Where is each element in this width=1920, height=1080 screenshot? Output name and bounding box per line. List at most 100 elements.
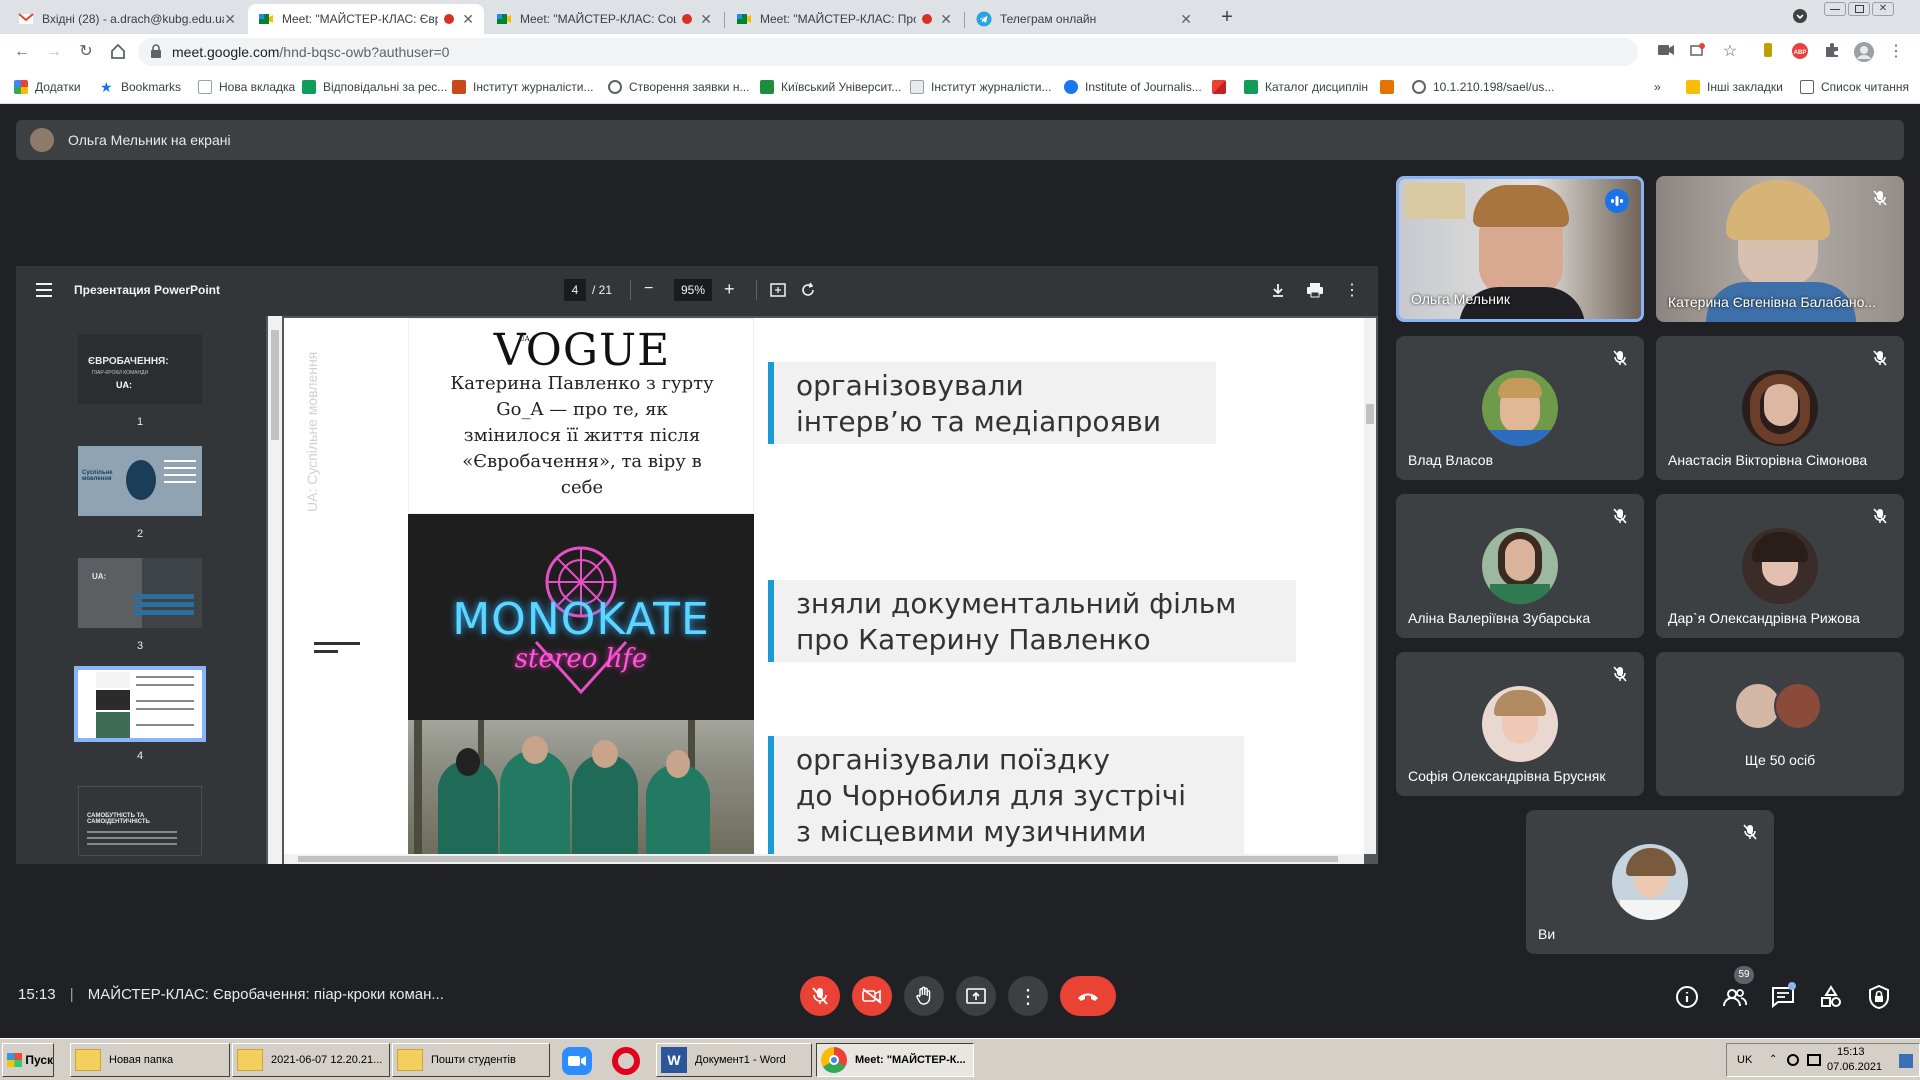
taskbar-item-new-folder[interactable]: Новая папка [70,1043,230,1077]
profile-avatar[interactable] [1854,42,1874,62]
extension-icon[interactable] [1758,42,1778,62]
start-button[interactable]: Пуск [2,1043,54,1077]
print-icon[interactable] [1306,282,1324,298]
thumbnail-scrollbar[interactable] [268,316,282,864]
thumbnail-page-5[interactable]: САМОБУТНІСТЬ ТА САМОІДЕНТИЧНІСТЬ [78,786,202,856]
bookmark-gmail[interactable] [1212,78,1233,96]
tab-meet-3[interactable]: Meet: "МАЙСТЕР-КЛАС: Проє ✕ [726,4,962,34]
thumbnail-page-1[interactable]: ЄВРОБАЧЕННЯ: ПІАР-КРОКИ КОМАНДИ UA: [78,334,202,404]
bookmark-star-icon[interactable]: ☆ [1720,42,1740,62]
host-controls-button[interactable] [1866,984,1892,1010]
scrollbar-thumb[interactable] [1366,404,1374,424]
bookmark-kyiv-university[interactable]: Київський Університ... [760,78,901,96]
opera-app-icon[interactable] [612,1047,640,1075]
more-participants-tile[interactable]: Ще 50 осіб [1656,652,1904,796]
tab-gmail[interactable]: Вхідні (28) - a.drach@kubg.edu.ua ✕ [8,4,246,34]
bookmark-apps[interactable]: Додатки [14,78,81,96]
zoom-in-button[interactable]: + [724,279,735,300]
fit-page-icon[interactable] [770,282,786,298]
zoom-app-icon[interactable] [562,1047,592,1075]
browser-menu-icon[interactable]: ⋮ [1886,42,1906,62]
language-indicator[interactable]: UK [1737,1054,1752,1066]
clock-time[interactable]: 15:13 [1837,1046,1865,1058]
thumbnail-page-2[interactable]: Суспільне мовлення [78,446,202,516]
close-icon[interactable]: ✕ [462,11,474,28]
participant-tile-anastasiia[interactable]: Анастасія Вікторівна Сімонова [1656,336,1904,480]
page-horizontal-scrollbar[interactable] [284,854,1364,864]
tray-expand-icon[interactable]: ⌃ [1769,1054,1777,1065]
bookmark-tm[interactable] [1380,78,1401,96]
notification-icon[interactable] [1899,1054,1913,1068]
participant-tile-sofiia[interactable]: Софія Олександрівна Брусняк [1396,652,1644,796]
tab-search-icon[interactable] [1792,8,1808,24]
download-icon[interactable] [1270,282,1286,298]
participant-tile-daria[interactable]: Дар`я Олександрівна Рижова [1656,494,1904,638]
bookmark-responsible[interactable]: Відповідальні за рес... [302,78,447,96]
minimize-button[interactable] [1824,2,1846,16]
bookmark-bookmarks[interactable]: ★ Bookmarks [100,78,181,96]
tab-telegram[interactable]: Телеграм онлайн ✕ [966,4,1202,34]
scrollbar-thumb[interactable] [298,856,1338,862]
tab-meet-active[interactable]: Meet: "МАЙСТЕР-КЛАС: Євроб ✕ [248,4,484,34]
close-icon[interactable]: ✕ [224,11,236,28]
participants-button[interactable] [1722,984,1748,1010]
bookmark-reading-list[interactable]: Список читання [1800,78,1909,96]
close-window-button[interactable]: ✕ [1872,2,1894,16]
bookmarks-overflow-button[interactable]: » [1654,78,1661,96]
participant-tile-vlad[interactable]: Влад Власов [1396,336,1644,480]
zoom-out-button[interactable]: − [644,280,653,298]
thumb-subtitle: ПІАР-КРОКИ КОМАНДИ [92,370,149,376]
taskbar-item-chrome-meet[interactable]: Meet: "МАЙСТЕР-К... [816,1043,974,1077]
address-bar[interactable]: meet.google.com/hnd-bqsc-owb?authuser=0 [138,38,1638,66]
adblock-icon[interactable]: ABP [1790,42,1810,62]
raise-hand-button[interactable] [904,976,944,1016]
taskbar-item-folder-date[interactable]: 2021-06-07 12.20.21... [232,1043,390,1077]
network-icon[interactable] [1807,1054,1821,1066]
participant-tile-alina[interactable]: Аліна Валеріївна Зубарська [1396,494,1644,638]
participant-tile-olha[interactable]: Ольга Мельник [1396,176,1644,322]
bookmark-institute-2[interactable]: Інститут журналісти... [910,78,1052,96]
close-icon[interactable]: ✕ [1180,11,1192,28]
forward-icon[interactable]: → [44,42,64,62]
restore-button[interactable] [1848,2,1870,16]
thumbnail-page-4-selected[interactable] [74,666,206,742]
more-options-button[interactable]: ⋮ [1008,976,1048,1016]
participant-tile-kateryna[interactable]: Катерина Євгенівна Балабано... [1656,176,1904,322]
activities-button[interactable] [1818,984,1844,1010]
bookmark-new-tab[interactable]: Нова вкладка [198,78,295,96]
close-icon[interactable]: ✕ [700,11,712,28]
volume-icon[interactable] [1787,1054,1799,1066]
page-vertical-scrollbar[interactable] [1364,318,1376,854]
taskbar-item-student-mail[interactable]: Пошти студентів [392,1043,550,1077]
screen-share-indicator-icon[interactable] [1688,42,1708,62]
clock-date[interactable]: 07.06.2021 [1827,1061,1882,1073]
leave-call-button[interactable] [1060,976,1116,1016]
page-number-input[interactable]: 4 [564,279,586,301]
back-icon[interactable]: ← [12,42,32,62]
bookmark-sael[interactable]: 10.1.210.198/sael/us... [1412,78,1554,96]
zoom-input[interactable]: 95% [674,279,712,301]
meeting-details-button[interactable] [1674,984,1700,1010]
menu-icon[interactable] [36,283,52,297]
thumbnail-page-3[interactable]: UA: [78,558,202,628]
rotate-icon[interactable] [800,282,816,298]
close-icon[interactable]: ✕ [940,11,952,28]
more-options-icon[interactable]: ⋮ [1344,280,1360,300]
microphone-toggle-button[interactable] [800,976,840,1016]
new-tab-button[interactable]: + [1214,4,1240,30]
self-view-tile[interactable]: Ви [1526,810,1774,954]
taskbar-item-word[interactable]: W Документ1 - Word [656,1043,812,1077]
bookmark-other[interactable]: Інші закладки [1686,78,1783,96]
present-now-button[interactable] [956,976,996,1016]
scrollbar-thumb[interactable] [271,330,279,440]
extensions-puzzle-icon[interactable] [1822,42,1842,62]
tab-meet-2[interactable]: Meet: "МАЙСТЕР-КЛАС: Соціа ✕ [486,4,722,34]
bookmark-catalog[interactable]: Каталог дисциплін [1244,78,1368,96]
home-icon[interactable] [108,42,128,62]
camera-toggle-button[interactable] [852,976,892,1016]
reload-icon[interactable]: ↻ [76,42,96,62]
bookmark-create-request[interactable]: Створення заявки н... [608,78,749,96]
bookmark-institute-1[interactable]: Інститут журналісти... [452,78,594,96]
camera-icon[interactable] [1656,42,1676,62]
bookmark-institute-facebook[interactable]: Institute of Journalis... [1064,78,1202,96]
